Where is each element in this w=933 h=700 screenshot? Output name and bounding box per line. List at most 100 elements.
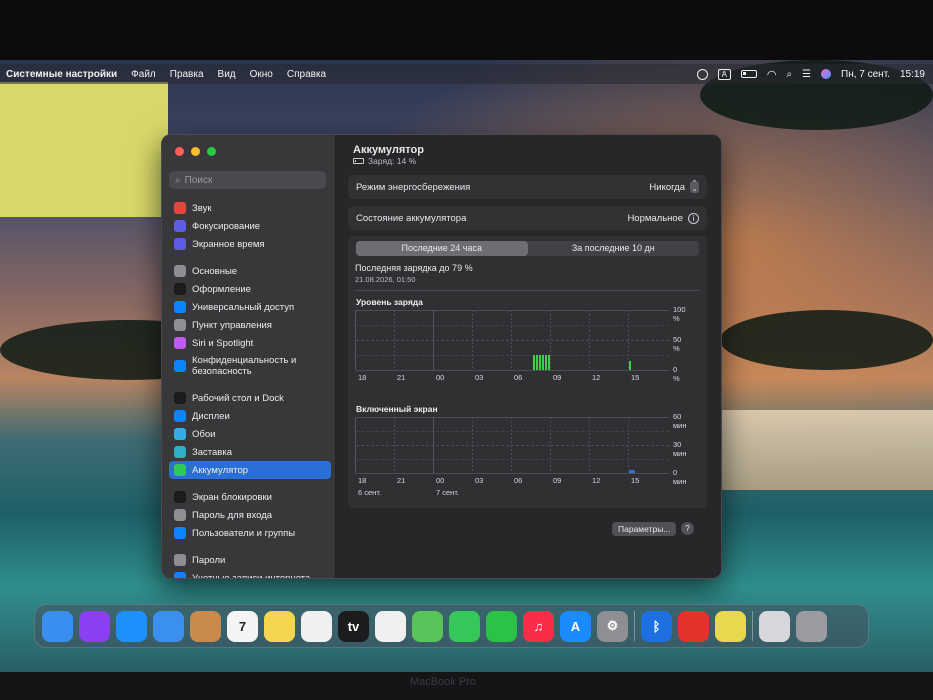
finder-icon[interactable] — [42, 610, 73, 642]
sidebar-item-password[interactable]: Пароль для входа — [169, 506, 331, 524]
search-icon: ⌕ — [175, 174, 181, 186]
wifi-icon[interactable]: ◠ — [767, 68, 777, 81]
sidebar-item-at[interactable]: Учетные записи интернета — [169, 569, 331, 579]
sidebar-item-label: Дисплеи — [192, 410, 230, 422]
app-red-icon[interactable] — [678, 610, 709, 642]
low-power-select[interactable]: Никогда ⌃ ⌄ — [649, 180, 699, 193]
sidebar: ⌕ Поиск Звук Фокусирование Экранное время О… — [162, 135, 336, 578]
messages-icon[interactable] — [449, 610, 480, 642]
input-source-icon[interactable]: A — [717, 68, 731, 80]
sidebar-item-speaker[interactable]: Звук — [169, 199, 331, 217]
display-icon — [174, 410, 186, 422]
minimize-button[interactable] — [191, 147, 200, 156]
appearance-icon — [174, 283, 186, 295]
sidebar-item-label: Аккумулятор — [192, 464, 249, 476]
x-tick-label: 21 — [397, 476, 406, 485]
menu-edit[interactable]: Правка — [170, 69, 204, 80]
battery-health-row: Состояние аккумулятора Нормальное i — [348, 206, 707, 230]
help-button[interactable]: ? — [681, 522, 694, 535]
bluetooth-icon[interactable]: ᛒ — [641, 610, 672, 642]
appletv-icon[interactable]: tv — [338, 610, 369, 642]
control-center-icon[interactable]: ☰ — [802, 69, 811, 80]
notes-icon[interactable] — [264, 610, 295, 642]
menu-time[interactable]: 15:19 — [900, 69, 925, 80]
system-settings-icon[interactable]: ⚙ — [597, 610, 628, 642]
tab-last-24-hours[interactable]: Последние 24 часа — [356, 241, 528, 256]
menu-file[interactable]: Файл — [131, 69, 156, 80]
sidebar-item-label: Конфиденциальность и безопасность — [192, 355, 297, 377]
sidebar-item-accessibility[interactable]: Универсальный доступ — [169, 298, 331, 316]
gridline-v — [472, 310, 473, 370]
trash-icon[interactable] — [796, 610, 827, 642]
facetime-icon[interactable] — [486, 610, 517, 642]
maps-icon[interactable] — [412, 610, 443, 642]
sidebar-item-desktop[interactable]: Рабочий стол и Dock — [169, 389, 331, 407]
menu-help[interactable]: Справка — [287, 69, 326, 80]
gridline-v — [550, 417, 551, 473]
record-icon[interactable] — [696, 68, 708, 80]
calendar-icon[interactable]: 7 — [227, 610, 258, 642]
menu-view[interactable]: Вид — [218, 69, 236, 80]
sidebar-item-screensaver[interactable]: Заставка — [169, 443, 331, 461]
x-tick-label: 15 — [631, 476, 640, 485]
reminders-icon[interactable] — [375, 610, 406, 642]
lock-icon — [174, 491, 186, 503]
sidebar-item-key[interactable]: Пароли — [169, 551, 331, 569]
sidebar-item-label: Учетные записи интернета — [192, 572, 311, 579]
sidebar-item-battery[interactable]: Аккумулятор — [169, 461, 331, 479]
battery-status-icon[interactable] — [740, 70, 757, 78]
sidebar-item-gear[interactable]: Основные — [169, 262, 331, 280]
siri-icon[interactable] — [79, 610, 110, 642]
dock: 7 tv ♫ A ⚙ ᛒ — [34, 604, 869, 648]
sidebar-item-control-center[interactable]: Пункт управления — [169, 316, 331, 334]
password-icon — [174, 509, 186, 521]
system-settings-window: ⌕ Поиск Звук Фокусирование Экранное время О… — [161, 134, 722, 579]
battery-level-bar — [536, 355, 538, 370]
sidebar-item-label: Рабочий стол и Dock — [192, 392, 284, 404]
sidebar-item-lock[interactable]: Экран блокировки — [169, 488, 331, 506]
zoom-button[interactable] — [207, 147, 216, 156]
siri-menu-icon[interactable] — [821, 69, 832, 79]
stickies-icon[interactable] — [715, 610, 746, 642]
close-button[interactable] — [175, 147, 184, 156]
low-power-row: Режим энергосбережения Никогда ⌃ ⌄ — [348, 175, 707, 199]
sidebar-item-wallpaper[interactable]: Обои — [169, 425, 331, 443]
freeform-icon[interactable] — [301, 610, 332, 642]
safari-icon[interactable] — [116, 610, 147, 642]
menu-date[interactable]: Пн, 7 сент. — [841, 69, 890, 80]
sidebar-item-display[interactable]: Дисплеи — [169, 407, 331, 425]
sidebar-item-users[interactable]: Пользователи и группы — [169, 524, 331, 542]
options-button[interactable]: Параметры... — [612, 522, 677, 536]
page-title: Аккумулятор — [353, 144, 424, 156]
tab-last-10-days[interactable]: За последние 10 дн — [528, 241, 700, 256]
gridline-v — [355, 310, 356, 370]
window-controls — [175, 147, 216, 156]
sidebar-item-hand[interactable]: Конфиденциальность и безопасность — [169, 352, 331, 380]
sidebar-item-siri[interactable]: Siri и Spotlight — [169, 334, 331, 352]
appstore-icon[interactable]: A — [560, 610, 591, 642]
gridline-v — [589, 417, 590, 473]
desktop-yellow-window[interactable] — [0, 82, 168, 217]
x-date-label: 6 сент. — [358, 488, 382, 497]
gridline-h — [356, 445, 669, 446]
info-icon[interactable]: i — [688, 212, 699, 224]
sidebar-item-hourglass[interactable]: Экранное время — [169, 235, 331, 253]
downloads-icon[interactable] — [759, 610, 790, 642]
contacts-icon[interactable] — [190, 610, 221, 642]
sidebar-item-label: Универсальный доступ — [192, 301, 295, 313]
music-icon[interactable]: ♫ — [523, 610, 554, 642]
x-tick-label: 09 — [553, 373, 562, 382]
spotlight-search-icon[interactable]: ⌕ — [786, 69, 792, 80]
gridline-v — [472, 417, 473, 473]
sidebar-item-appearance[interactable]: Оформление — [169, 280, 331, 298]
menu-app-name[interactable]: Системные настройки — [6, 69, 117, 80]
mail-icon[interactable] — [153, 610, 184, 642]
gridline-v — [511, 310, 512, 370]
menu-window[interactable]: Окно — [250, 69, 273, 80]
search-input[interactable]: ⌕ Поиск — [169, 171, 326, 189]
x-tick-label: 12 — [592, 476, 601, 485]
sidebar-item-moon[interactable]: Фокусирование — [169, 217, 331, 235]
battery-level-bar — [539, 355, 541, 370]
